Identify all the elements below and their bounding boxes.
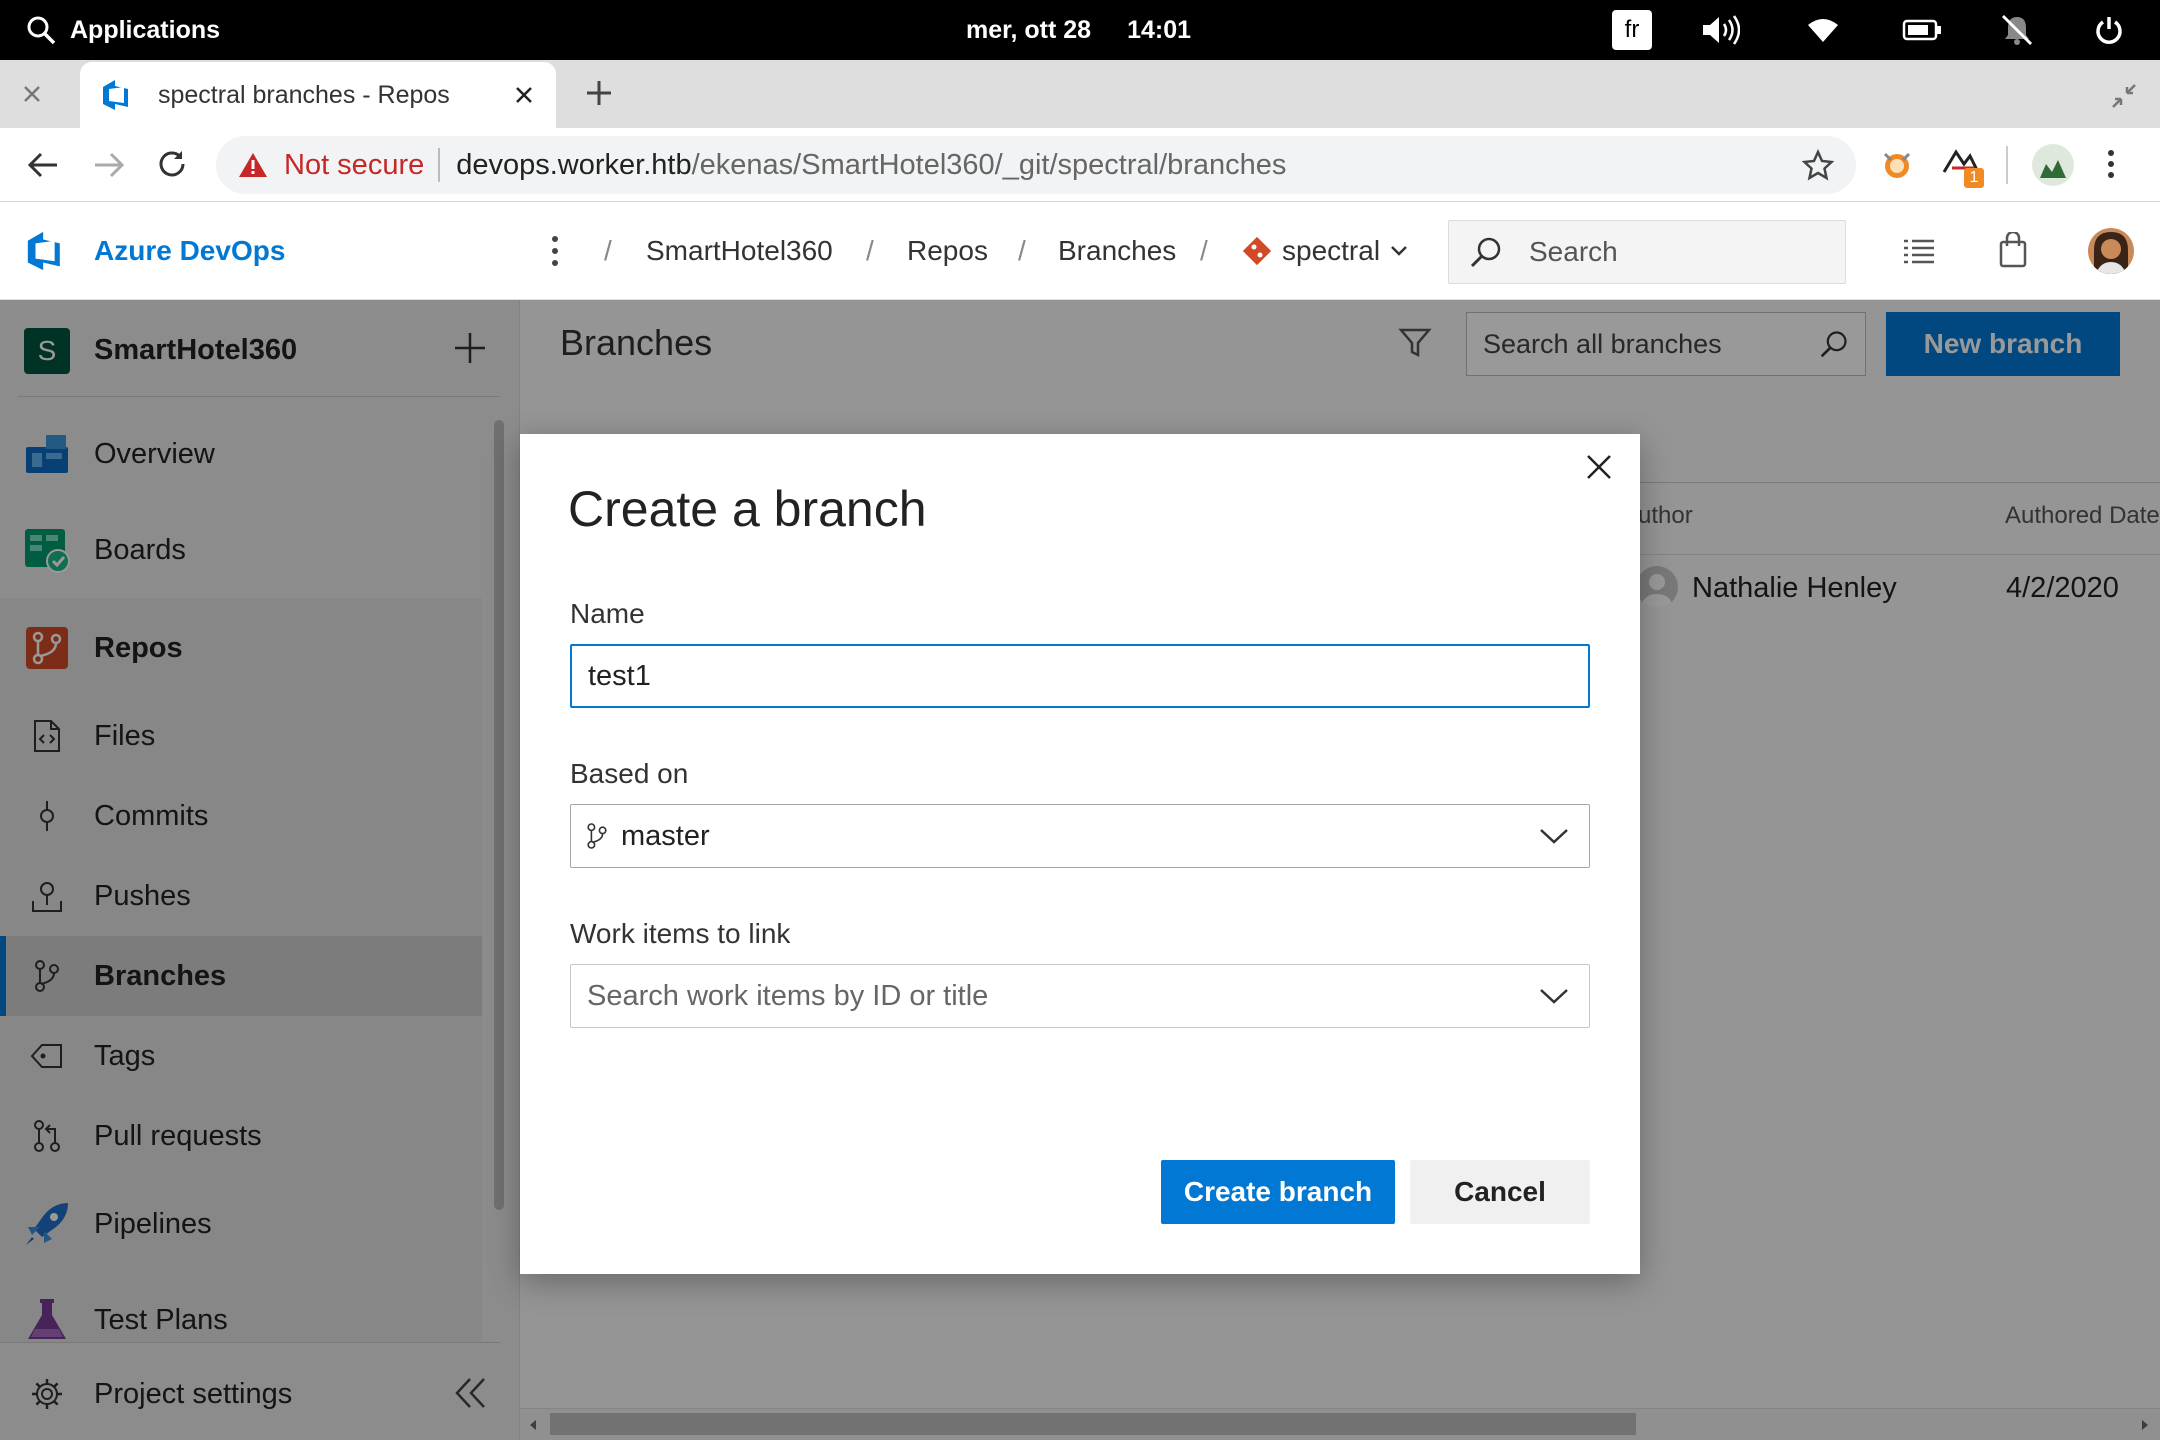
cancel-button[interactable]: Cancel <box>1410 1160 1590 1224</box>
time-label: 14:01 <box>1127 15 1192 44</box>
user-avatar[interactable] <box>2088 228 2134 274</box>
volume-icon[interactable] <box>1700 0 1740 60</box>
keyboard-layout-indicator[interactable]: fr <box>1612 0 1652 60</box>
brand-name: Azure DevOps <box>94 235 286 266</box>
keyboard-layout-label: fr <box>1612 10 1652 50</box>
notifications-muted-icon[interactable] <box>2000 0 2034 60</box>
browser-tab-strip: spectral branches - Repos <box>0 60 2160 128</box>
bookmark-star-icon[interactable] <box>1802 149 1834 181</box>
browser-tab-active[interactable]: spectral branches - Repos <box>80 62 556 128</box>
breadcrumb-separator: / <box>1018 235 1026 266</box>
breadcrumb-separator: / <box>1200 235 1208 266</box>
repo-selector[interactable]: spectral <box>1240 202 1408 300</box>
devops-header: Azure DevOps / SmartHotel360 / Repos / B… <box>0 202 2160 300</box>
marketplace-bag-icon[interactable] <box>1996 232 2030 268</box>
forward-arrow-icon[interactable] <box>92 150 126 180</box>
chevron-down-icon <box>1540 829 1568 844</box>
url-host: devops.worker.htb <box>456 148 692 181</box>
extension-fox-icon[interactable] <box>1880 148 1914 182</box>
breadcrumb-repos[interactable]: Repos <box>907 202 988 300</box>
close-dialog-icon[interactable] <box>1584 452 1614 482</box>
clock[interactable]: mer, ott 28 14:01 <box>966 0 1191 60</box>
git-repo-icon <box>1242 236 1272 266</box>
name-label: Name <box>570 598 645 629</box>
work-items-placeholder: Search work items by ID or title <box>587 979 989 1012</box>
tab-title: spectral branches - Repos <box>158 80 450 109</box>
create-branch-dialog: Create a branch Name test1 Based on mast… <box>520 434 1640 1274</box>
reload-icon[interactable] <box>156 148 188 180</box>
system-top-bar: Applications mer, ott 28 14:01 fr <box>0 0 2160 60</box>
toolbar-divider <box>2006 146 2008 184</box>
breadcrumb-separator: / <box>866 235 874 266</box>
chevron-down-icon <box>1391 246 1407 256</box>
back-arrow-icon[interactable] <box>26 150 60 180</box>
wifi-icon[interactable] <box>1806 0 1840 60</box>
address-divider <box>438 148 441 182</box>
power-icon[interactable] <box>2094 0 2124 60</box>
activities-button[interactable]: Applications <box>26 0 220 60</box>
not-secure-label[interactable]: Not secure <box>284 149 424 182</box>
battery-icon[interactable] <box>1902 0 1942 60</box>
based-on-label: Based on <box>570 758 689 789</box>
repo-name: spectral <box>1282 235 1381 266</box>
url-path: /ekenas/SmartHotel360/_git/spectral/bran… <box>691 148 1287 181</box>
date-label: mer, ott 28 <box>966 15 1092 44</box>
header-search-box[interactable]: Search <box>1448 220 1846 284</box>
close-tab-icon[interactable] <box>514 85 534 105</box>
extension-wappalyzer-icon[interactable]: 1 <box>1942 146 1992 190</box>
branch-name-value: test1 <box>588 659 651 692</box>
more-actions-icon[interactable] <box>550 202 560 300</box>
close-window-icon[interactable] <box>22 84 42 104</box>
chevron-down-icon <box>1540 989 1568 1004</box>
based-on-value: master <box>621 819 710 852</box>
azure-devops-home-link[interactable]: Azure DevOps <box>24 202 285 300</box>
restore-window-icon[interactable] <box>2110 82 2138 110</box>
work-items-dropdown[interactable]: Search work items by ID or title <box>570 964 1590 1028</box>
breadcrumb-project[interactable]: SmartHotel360 <box>646 202 833 300</box>
extension-badge: 1 <box>1964 168 1984 188</box>
based-on-dropdown[interactable]: master <box>570 804 1590 868</box>
new-tab-icon[interactable] <box>584 78 614 108</box>
work-items-list-icon[interactable] <box>1902 236 1936 266</box>
warning-icon <box>239 153 267 177</box>
address-bar[interactable]: Not secure devops.worker.htb/ekenas/Smar… <box>216 136 1856 194</box>
header-search-placeholder: Search <box>1529 236 1618 267</box>
branch-name-input[interactable]: test1 <box>570 644 1590 708</box>
work-items-label: Work items to link <box>570 918 791 949</box>
browser-toolbar: Not secure devops.worker.htb/ekenas/Smar… <box>0 128 2160 202</box>
breadcrumb-branches[interactable]: Branches <box>1058 202 1176 300</box>
search-icon <box>27 16 56 45</box>
create-branch-button[interactable]: Create branch <box>1161 1160 1395 1224</box>
search-icon <box>1470 237 1501 268</box>
azure-devops-logo-icon <box>27 231 60 271</box>
breadcrumb-separator: / <box>604 235 612 266</box>
branch-icon <box>587 823 607 849</box>
browser-menu-icon[interactable] <box>2106 148 2116 180</box>
browser-profile-avatar[interactable] <box>2032 144 2074 186</box>
dialog-title: Create a branch <box>568 481 927 537</box>
applications-label: Applications <box>70 15 221 44</box>
azure-devops-favicon-icon <box>103 80 128 110</box>
